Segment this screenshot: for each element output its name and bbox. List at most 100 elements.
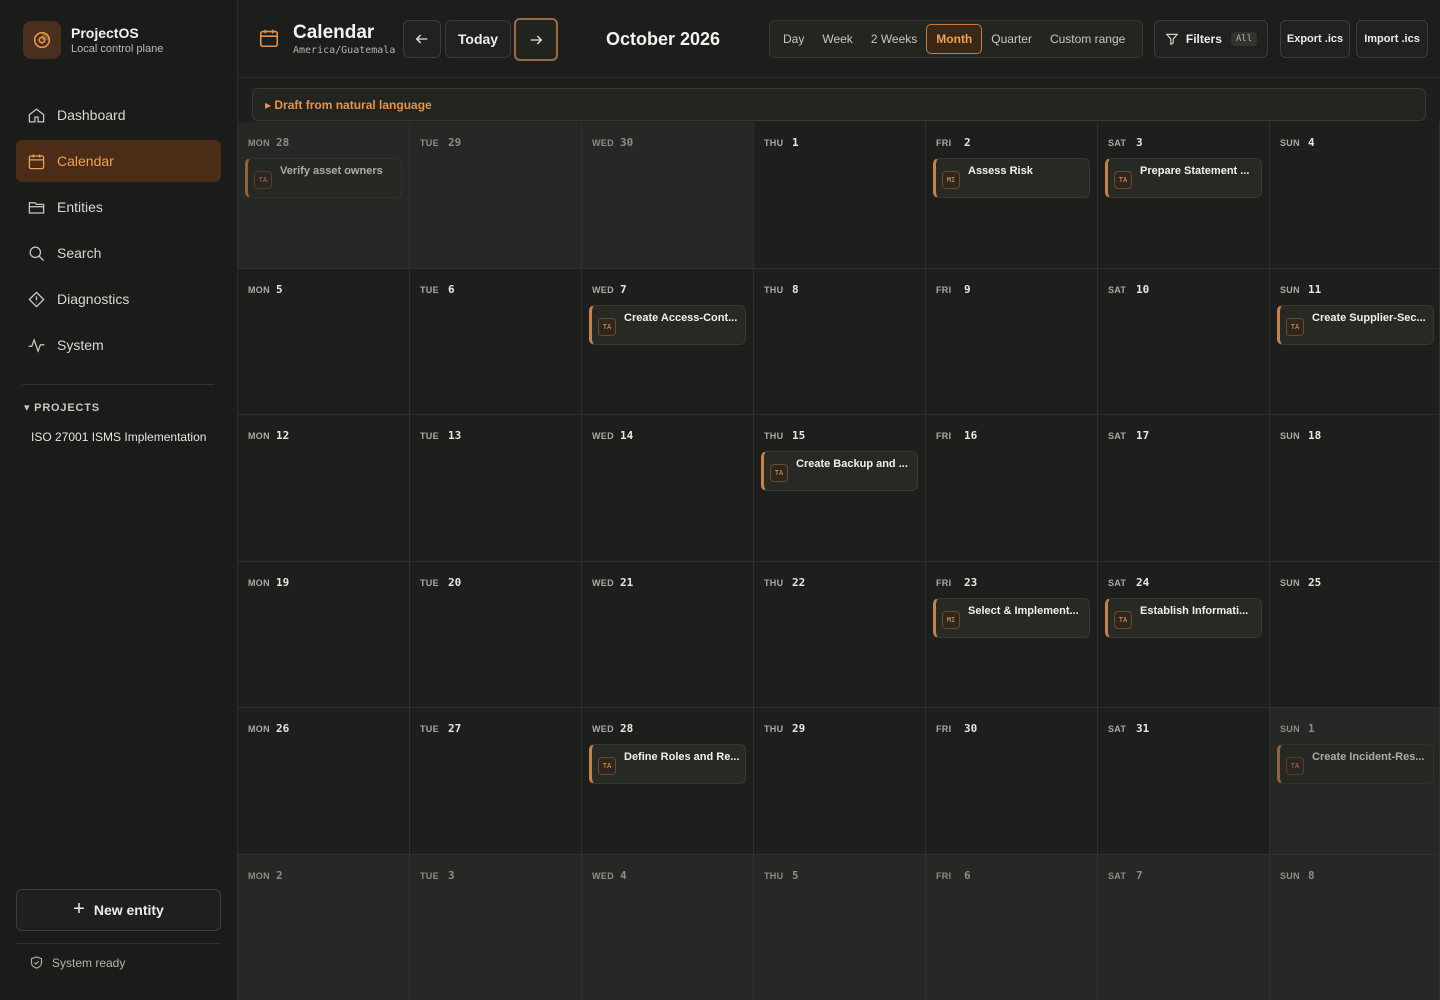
import-ics-button[interactable]: Import .ics <box>1356 20 1428 58</box>
view-custom-range-button[interactable]: Custom range <box>1041 24 1134 54</box>
divider <box>16 943 221 944</box>
weekday-label: THU <box>764 724 784 734</box>
day-number: 6 <box>448 282 455 296</box>
day-cell[interactable]: WED 4 <box>582 854 754 1000</box>
day-cell[interactable]: FRI 9 <box>926 268 1098 415</box>
new-entity-button[interactable]: + New entity <box>16 889 221 931</box>
day-cell[interactable]: TUE 27 <box>410 708 582 855</box>
sidebar-item-dashboard[interactable]: Dashboard <box>16 94 221 136</box>
calendar-event[interactable]: MI Select & Implement... <box>933 597 1090 638</box>
weekday-label: FRI <box>936 138 952 148</box>
filters-button[interactable]: Filters All <box>1154 20 1268 58</box>
day-cell[interactable]: THU 29 <box>754 708 926 855</box>
day-cell[interactable]: SUN 4 <box>1270 122 1440 269</box>
day-number: 2 <box>276 868 283 882</box>
day-number: 23 <box>964 575 978 589</box>
day-cell[interactable]: SUN 8 <box>1270 854 1440 1000</box>
day-cell[interactable]: SAT 17 <box>1098 415 1270 562</box>
day-cell[interactable]: SAT 7 <box>1098 854 1270 1000</box>
project-item[interactable]: ISO 27001 ISMS Implementation <box>31 430 206 444</box>
day-cell[interactable]: MON 2 <box>238 854 410 1000</box>
view-week-button[interactable]: Week <box>813 24 861 54</box>
sidebar-item-entities[interactable]: Entities <box>16 186 221 228</box>
day-cell[interactable]: FRI 23 MI Select & Implement... <box>926 561 1098 708</box>
weekday-label: SAT <box>1108 138 1127 148</box>
day-cell[interactable]: SUN 1 TA Create Incident-Res... <box>1270 708 1440 855</box>
export-ics-button[interactable]: Export .ics <box>1280 20 1350 58</box>
weekday-label: TUE <box>420 577 439 588</box>
day-cell[interactable]: SUN 25 <box>1270 561 1440 708</box>
draft-natural-language-toggle[interactable]: ▸ Draft from natural language <box>252 88 1426 121</box>
today-button[interactable]: Today <box>445 20 511 58</box>
calendar-event[interactable]: MI Assess Risk <box>933 158 1090 198</box>
day-header: WED 4 <box>592 869 627 882</box>
projects-heading[interactable]: ▾ PROJECTS <box>24 401 100 414</box>
app-name: ProjectOS <box>71 25 139 41</box>
calendar-event[interactable]: TA Establish Informati... <box>1105 597 1262 638</box>
day-cell[interactable]: SAT 31 <box>1098 708 1270 855</box>
day-number: 1 <box>1308 722 1315 735</box>
day-header: SAT 31 <box>1108 722 1149 735</box>
day-cell[interactable]: WED 14 <box>582 415 754 562</box>
sidebar-item-search[interactable]: Search <box>16 232 221 274</box>
sidebar-item-system[interactable]: System <box>16 324 221 366</box>
day-cell[interactable]: WED 21 <box>582 561 754 708</box>
day-cell[interactable]: TUE 3 <box>410 854 582 1000</box>
view-2weeks-button[interactable]: 2 Weeks <box>862 24 926 54</box>
sidebar: ProjectOS Local control plane Dashboard … <box>0 0 238 1000</box>
day-cell[interactable]: THU 22 <box>754 561 926 708</box>
view-month-button[interactable]: Month <box>926 24 983 54</box>
divider <box>22 384 214 385</box>
previous-month-button[interactable] <box>403 20 441 58</box>
day-cell[interactable]: SAT 3 TA Prepare Statement ... <box>1098 122 1270 269</box>
event-title: Assess Risk <box>968 165 1033 177</box>
calendar-event[interactable]: TA Create Supplier-Sec... <box>1277 304 1434 345</box>
day-header: FRI 6 <box>936 869 971 882</box>
brand[interactable]: ProjectOS Local control plane <box>23 21 163 59</box>
day-cell[interactable]: WED 28 TA Define Roles and Re... <box>582 708 754 855</box>
event-type-badge: TA <box>1286 757 1304 775</box>
day-cell[interactable]: FRI 6 <box>926 854 1098 1000</box>
event-title: Establish Informati... <box>1140 604 1249 617</box>
day-cell[interactable]: SAT 24 TA Establish Informati... <box>1098 561 1270 708</box>
calendar-event[interactable]: TA Define Roles and Re... <box>589 744 746 784</box>
day-cell[interactable]: THU 15 TA Create Backup and ... <box>754 415 926 562</box>
calendar-event[interactable]: TA Prepare Statement ... <box>1105 158 1262 198</box>
day-cell[interactable]: MON 26 <box>238 708 410 855</box>
view-quarter-button[interactable]: Quarter <box>982 24 1041 54</box>
calendar-event[interactable]: TA Create Backup and ... <box>761 451 918 491</box>
home-icon <box>28 107 45 122</box>
calendar-event[interactable]: TA Create Access-Cont... <box>589 304 746 345</box>
day-cell[interactable]: TUE 6 <box>410 268 582 415</box>
day-cell[interactable]: TUE 13 <box>410 415 582 562</box>
sidebar-item-calendar[interactable]: Calendar <box>16 140 221 182</box>
view-day-button[interactable]: Day <box>774 24 813 54</box>
day-cell[interactable]: WED 7 TA Create Access-Cont... <box>582 268 754 415</box>
day-header: TUE 27 <box>420 722 461 735</box>
day-number: 6 <box>964 868 971 882</box>
page-title: Calendar <box>293 22 375 43</box>
day-cell[interactable]: MON 28 TA Verify asset owners <box>238 122 410 269</box>
day-number: 10 <box>1136 282 1150 296</box>
day-cell[interactable]: TUE 29 <box>410 122 582 269</box>
day-cell[interactable]: THU 8 <box>754 268 926 415</box>
next-month-button[interactable] <box>514 18 558 61</box>
sidebar-item-diagnostics[interactable]: Diagnostics <box>16 278 221 320</box>
calendar-event[interactable]: TA Verify asset owners <box>245 158 402 198</box>
day-cell[interactable]: FRI 30 <box>926 708 1098 855</box>
timezone-label: America/Guatemala <box>293 45 396 56</box>
day-cell[interactable]: FRI 16 <box>926 415 1098 562</box>
day-cell[interactable]: SAT 10 <box>1098 268 1270 415</box>
day-cell[interactable]: TUE 20 <box>410 561 582 708</box>
day-cell[interactable]: SUN 18 <box>1270 415 1440 562</box>
day-cell[interactable]: MON 5 <box>238 268 410 415</box>
day-cell[interactable]: FRI 2 MI Assess Risk <box>926 122 1098 269</box>
day-cell[interactable]: MON 19 <box>238 561 410 708</box>
day-cell[interactable]: THU 1 <box>754 122 926 269</box>
calendar-event[interactable]: TA Create Incident-Res... <box>1277 744 1434 784</box>
day-cell[interactable]: SUN 11 TA Create Supplier-Sec... <box>1270 268 1440 415</box>
day-cell[interactable]: WED 30 <box>582 122 754 269</box>
day-cell[interactable]: THU 5 <box>754 854 926 1000</box>
month-grid: MON 28 TA Verify asset owners TUE 29 WED 30 THU 1… <box>238 122 1440 1000</box>
day-cell[interactable]: MON 12 <box>238 415 410 562</box>
